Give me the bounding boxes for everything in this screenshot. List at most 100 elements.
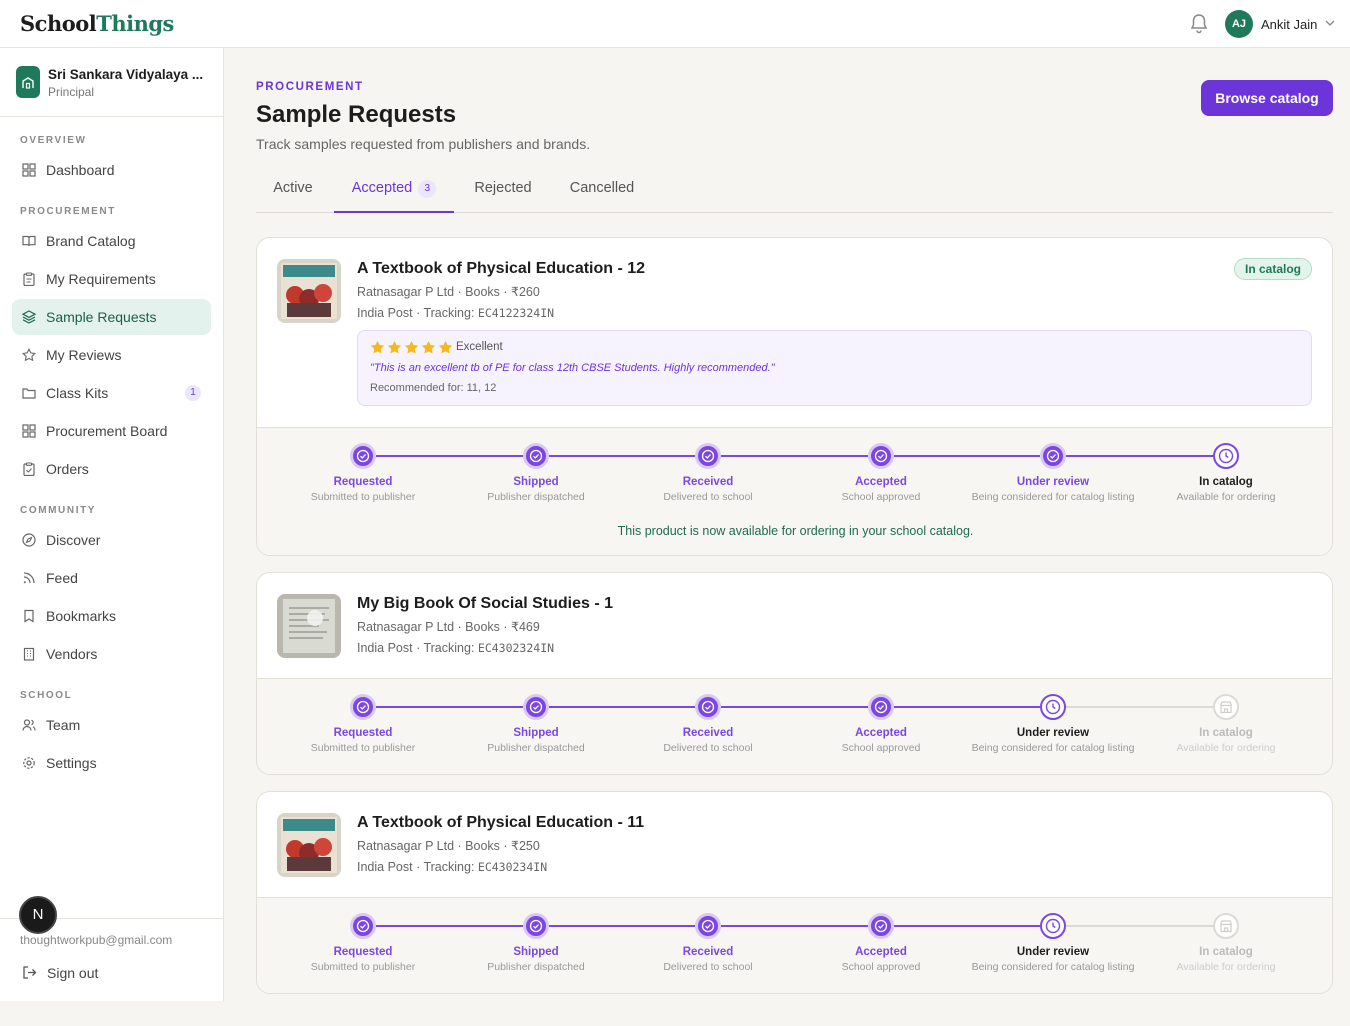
sidebar-item-discover[interactable]: Discover xyxy=(12,522,211,558)
sample-request-card: A Textbook of Physical Education - 11 Ra… xyxy=(256,791,1333,994)
carrier-label: India Post · Tracking: xyxy=(357,641,478,655)
tracking-number: EC4302324IN xyxy=(477,641,555,655)
tracker-step: Requested Submitted to publisher xyxy=(277,694,449,758)
sidebar-item-my-requirements[interactable]: My Requirements xyxy=(12,261,211,297)
step-description: Delivered to school xyxy=(663,491,753,503)
tracking-info: India Post · Tracking: EC4122324IN xyxy=(357,306,554,320)
sidebar-item-label: Vendors xyxy=(46,646,98,662)
sidebar-item-orders[interactable]: Orders xyxy=(12,451,211,487)
dev-tools-badge[interactable]: N xyxy=(19,896,57,934)
step-description: School approved xyxy=(841,742,921,754)
org-name: Sri Sankara Vidyalaya ... xyxy=(48,67,204,82)
org-switcher[interactable]: Sri Sankara Vidyalaya ... Principal xyxy=(0,48,223,117)
step-name: Shipped xyxy=(513,946,559,958)
step-name: Requested xyxy=(333,727,393,739)
step-name: Accepted xyxy=(855,476,907,488)
sidebar-item-label: Team xyxy=(46,717,81,733)
tracker-step: Under review Being considered for catalog… xyxy=(967,913,1139,977)
step-name: In catalog xyxy=(1199,946,1253,958)
section-label-procurement: PROCUREMENT xyxy=(20,206,116,217)
tracker-step: Received Delivered to school xyxy=(622,694,794,758)
sidebar-item-brand-catalog[interactable]: Brand Catalog xyxy=(12,223,211,259)
sidebar-item-label: Orders xyxy=(46,461,89,477)
sidebar-item-label: Bookmarks xyxy=(46,608,117,624)
sidebar-item-procurement-board[interactable]: Procurement Board xyxy=(12,413,211,449)
product-thumbnail[interactable] xyxy=(277,259,341,323)
sidebar-item-label: Class Kits xyxy=(46,385,109,401)
sidebar-item-label: Sample Requests xyxy=(46,309,157,325)
tab-active[interactable]: Active xyxy=(256,172,330,213)
tracker-step: Received Delivered to school xyxy=(622,443,794,507)
tracker-step: Requested Submitted to publisher xyxy=(277,913,449,977)
step-description: Publisher dispatched xyxy=(487,491,585,503)
chevron-down-icon[interactable] xyxy=(1324,17,1336,29)
sidebar-item-label: Discover xyxy=(46,532,101,548)
check-circle-icon xyxy=(350,443,376,469)
tracker-step: In catalog Available for ordering xyxy=(1140,694,1312,758)
check-circle-icon xyxy=(523,443,549,469)
sidebar-item-my-reviews[interactable]: My Reviews xyxy=(12,337,211,373)
tab-cancelled[interactable]: Cancelled xyxy=(552,172,652,213)
star-icon xyxy=(387,340,402,354)
sidebar-item-dashboard[interactable]: Dashboard xyxy=(12,152,211,188)
step-description: Submitted to publisher xyxy=(310,961,416,973)
tracker-step: Accepted School approved xyxy=(795,443,967,507)
layers-icon xyxy=(22,310,36,324)
tracker-step: Received Delivered to school xyxy=(622,913,794,977)
check-circle-icon xyxy=(695,694,721,720)
product-title[interactable]: A Textbook of Physical Education - 12 xyxy=(357,260,645,278)
sidebar-item-feed[interactable]: Feed xyxy=(12,560,211,596)
clipboard-check-icon xyxy=(23,462,35,476)
tracker-step: Shipped Publisher dispatched xyxy=(450,443,622,507)
account-email: thoughtworkpub@gmail.com xyxy=(20,933,173,947)
product-thumbnail[interactable] xyxy=(277,594,341,658)
rating-label: Excellent xyxy=(456,341,503,353)
browse-catalog-button[interactable]: Browse catalog xyxy=(1201,80,1333,116)
sidebar-item-label: Settings xyxy=(46,755,97,771)
tab-label: Rejected xyxy=(474,180,532,196)
sign-out-icon xyxy=(23,966,37,979)
review-box: Excellent "This is an excellent tb of PE… xyxy=(357,330,1312,406)
step-description: Publisher dispatched xyxy=(487,961,585,973)
step-description: Publisher dispatched xyxy=(487,742,585,754)
check-circle-icon xyxy=(523,694,549,720)
step-name: In catalog xyxy=(1199,727,1253,739)
page-title: Sample Requests xyxy=(256,101,457,128)
tab-rejected[interactable]: Rejected xyxy=(458,172,548,213)
sidebar-item-class-kits[interactable]: Class Kits 1 xyxy=(12,375,211,411)
store-icon xyxy=(1213,694,1239,720)
tracking-number: EC4122324IN xyxy=(477,306,555,320)
folder-icon xyxy=(22,388,36,399)
users-icon xyxy=(22,719,36,731)
sidebar-item-bookmarks[interactable]: Bookmarks xyxy=(12,598,211,634)
check-circle-icon xyxy=(868,913,894,939)
user-name[interactable]: Ankit Jain xyxy=(1261,17,1317,32)
product-title[interactable]: A Textbook of Physical Education - 11 xyxy=(357,814,644,832)
sidebar-item-vendors[interactable]: Vendors xyxy=(12,636,211,672)
app-logo[interactable]: SchoolThings xyxy=(20,11,174,36)
step-description: Available for ordering xyxy=(1176,742,1276,754)
check-circle-icon xyxy=(1040,443,1066,469)
sidebar-item-settings[interactable]: Settings xyxy=(12,745,211,781)
step-name: Requested xyxy=(333,476,393,488)
sidebar-item-team[interactable]: Team xyxy=(12,707,211,743)
check-circle-icon xyxy=(695,913,721,939)
product-thumbnail[interactable] xyxy=(277,813,341,877)
tab-accepted[interactable]: Accepted 3 xyxy=(334,172,454,213)
step-description: School approved xyxy=(841,491,921,503)
step-description: Being considered for catalog listing xyxy=(971,742,1135,754)
product-title[interactable]: My Big Book Of Social Studies - 1 xyxy=(357,595,613,613)
avatar[interactable]: AJ xyxy=(1225,10,1253,38)
bell-icon[interactable] xyxy=(1189,13,1209,35)
status-tracker: Requested Submitted to publisher Shipped Pu… xyxy=(257,427,1332,555)
check-circle-icon xyxy=(868,443,894,469)
sidebar-item-label: Feed xyxy=(46,570,78,586)
tab-label: Active xyxy=(273,180,313,196)
status-badge: In catalog xyxy=(1233,258,1312,280)
sidebar-item-sample-requests[interactable]: Sample Requests xyxy=(12,299,211,335)
star-rating xyxy=(370,340,455,360)
sidebar-item-label: Brand Catalog xyxy=(46,233,136,249)
step-description: Being considered for catalog listing xyxy=(971,961,1135,973)
gear-icon xyxy=(23,757,35,769)
tracker-step: Under review Being considered for catalog… xyxy=(967,443,1139,507)
